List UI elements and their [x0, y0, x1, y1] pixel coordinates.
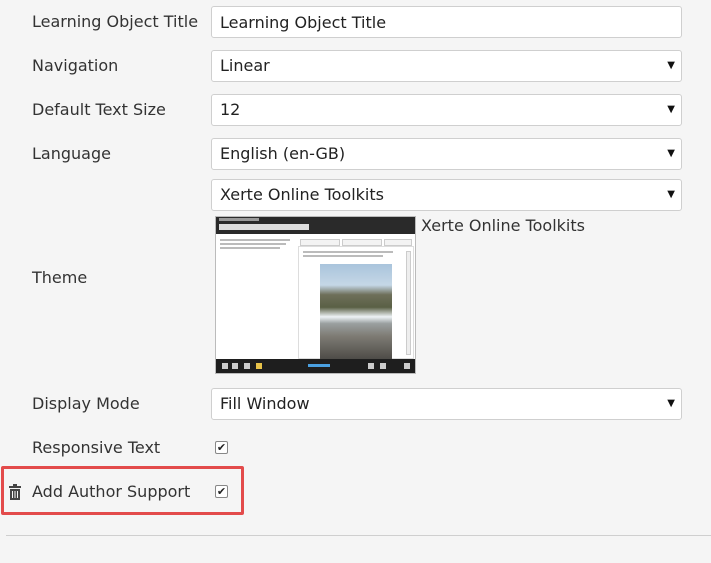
- preview-landscape-photo: [320, 264, 392, 360]
- preview-progress-bar: [308, 364, 330, 367]
- navigation-value: Linear: [220, 56, 270, 75]
- label-learning-object-title: Learning Object Title: [32, 12, 199, 31]
- chevron-down-icon: ▼: [667, 148, 675, 159]
- preview-footer-icon: [404, 363, 410, 369]
- preview-text-line: [303, 255, 383, 257]
- preview-tab: [384, 239, 412, 246]
- preview-footer-bar: [216, 359, 415, 373]
- preview-footer-icon: [380, 363, 386, 369]
- preview-footer-icon: [256, 363, 262, 369]
- theme-select[interactable]: Xerte Online Toolkits ▼: [211, 179, 682, 211]
- label-add-author-support: Add Author Support: [32, 482, 191, 501]
- learning-object-title-field[interactable]: [211, 6, 682, 38]
- preview-footer-icon: [244, 363, 250, 369]
- preview-footer-icon: [222, 363, 228, 369]
- preview-tab: [342, 239, 382, 246]
- language-select[interactable]: English (en-GB) ▼: [211, 138, 682, 170]
- label-language: Language: [32, 144, 111, 163]
- display-mode-value: Fill Window: [220, 394, 310, 413]
- preview-content-panel: [298, 246, 414, 360]
- preview-text-line: [220, 239, 290, 241]
- label-default-text-size: Default Text Size: [32, 100, 166, 119]
- learning-object-title-input[interactable]: [220, 7, 673, 37]
- chevron-down-icon: ▼: [667, 60, 675, 71]
- responsive-text-checkbox[interactable]: ✔: [215, 441, 228, 454]
- preview-tab: [300, 239, 340, 246]
- chevron-down-icon: ▼: [667, 104, 675, 115]
- preview-header-line: [219, 218, 259, 221]
- preview-header-bar: [216, 217, 415, 234]
- label-responsive-text: Responsive Text: [32, 438, 161, 457]
- label-navigation: Navigation: [32, 56, 119, 75]
- theme-preview-name: Xerte Online Toolkits: [421, 216, 585, 235]
- add-author-support-checkbox[interactable]: ✔: [215, 485, 228, 498]
- preview-text-line: [303, 251, 393, 253]
- preview-text-line: [220, 243, 286, 245]
- chevron-down-icon: ▼: [667, 398, 675, 409]
- chevron-down-icon: ▼: [667, 189, 675, 200]
- navigation-select[interactable]: Linear ▼: [211, 50, 682, 82]
- preview-text-line: [220, 247, 280, 249]
- trash-icon[interactable]: [8, 484, 22, 500]
- theme-preview-image: [215, 216, 416, 374]
- preview-footer-icon: [368, 363, 374, 369]
- default-text-size-select[interactable]: 12 ▼: [211, 94, 682, 126]
- preview-scrollbar: [406, 251, 411, 355]
- display-mode-select[interactable]: Fill Window ▼: [211, 388, 682, 420]
- label-theme: Theme: [32, 268, 88, 287]
- theme-value: Xerte Online Toolkits: [220, 185, 384, 204]
- preview-footer-icon: [232, 363, 238, 369]
- preview-header-title: [219, 224, 309, 230]
- language-value: English (en-GB): [220, 144, 346, 163]
- default-text-size-value: 12: [220, 100, 241, 119]
- section-divider: [6, 535, 711, 536]
- label-display-mode: Display Mode: [32, 394, 140, 413]
